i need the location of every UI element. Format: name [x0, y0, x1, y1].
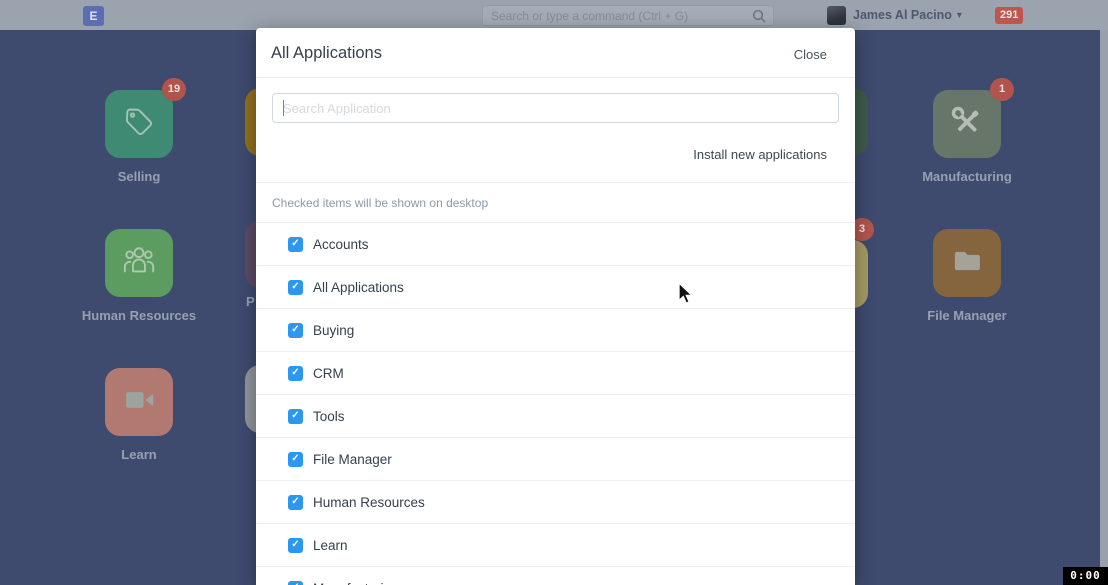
check-icon: ✓	[291, 411, 299, 421]
modal-header: All Applications Close	[256, 28, 855, 78]
app-list-item-label: Human Resources	[313, 495, 425, 510]
checkbox-checked[interactable]: ✓	[288, 495, 303, 510]
navbar: E James Al Pacino ▾ 291	[0, 0, 1108, 30]
notification-count-badge[interactable]: 291	[995, 7, 1023, 24]
desktop-icon-human-resources[interactable]	[105, 229, 173, 297]
unread-count-badge: 19	[162, 78, 186, 101]
app-list-item-label: All Applications	[313, 280, 404, 295]
install-row: Install new applications	[256, 123, 855, 183]
app-list-item[interactable]: ✓ Accounts	[256, 222, 855, 265]
folder-icon	[947, 241, 987, 286]
app-list-item[interactable]: ✓ All Applications	[256, 265, 855, 308]
checkbox-checked[interactable]: ✓	[288, 452, 303, 467]
app-list-item-label: CRM	[313, 366, 344, 381]
check-icon: ✓	[291, 239, 299, 249]
application-search-input[interactable]	[272, 93, 839, 123]
install-new-applications-link[interactable]: Install new applications	[693, 147, 827, 162]
app-list-item-label: Manufacturing	[313, 581, 399, 585]
app-list-item-label: Buying	[313, 323, 354, 338]
app-list-item[interactable]: ✓ Learn	[256, 523, 855, 566]
page-scrollbar[interactable]	[1100, 30, 1108, 585]
close-button[interactable]: Close	[794, 47, 827, 62]
desktop-icon-learn[interactable]	[105, 368, 173, 436]
app-list-item-label: Accounts	[313, 237, 369, 252]
application-checklist: ✓ Accounts ✓ All Applications ✓ Buying ✓ CRM ✓ To…	[256, 222, 855, 585]
check-icon: ✓	[291, 540, 299, 550]
app-list-item-label: Learn	[313, 538, 348, 553]
desktop-icon-label: Selling	[59, 169, 219, 184]
user-name: James Al Pacino	[853, 8, 952, 22]
desktop-icon-label: Human Resources	[59, 308, 219, 323]
app-logo[interactable]: E	[83, 6, 104, 26]
desktop-icon-selling[interactable]	[105, 90, 173, 158]
app-list-item[interactable]: ✓ Buying	[256, 308, 855, 351]
desktop-icon-label: Manufacturing	[887, 169, 1047, 184]
app-list-item[interactable]: ✓ Manufacturing	[256, 566, 855, 585]
app-screen: 19 Selling Human Resources Learn 1 Manufactur…	[0, 0, 1108, 585]
checkbox-checked[interactable]: ✓	[288, 409, 303, 424]
checkbox-checked[interactable]: ✓	[288, 237, 303, 252]
app-list-item[interactable]: ✓ File Manager	[256, 437, 855, 480]
checkbox-checked[interactable]: ✓	[288, 538, 303, 553]
desktop-hint-text: Checked items will be shown on desktop	[256, 183, 855, 222]
app-list-item-label: File Manager	[313, 452, 392, 467]
app-list-item[interactable]: ✓ Human Resources	[256, 480, 855, 523]
desktop-icon-label: File Manager	[887, 308, 1047, 323]
people-icon	[119, 241, 159, 286]
chevron-down-icon: ▾	[957, 10, 962, 21]
desktop-icon-file-manager[interactable]	[933, 229, 1001, 297]
avatar	[827, 6, 846, 25]
desktop-icon-label: Learn	[59, 447, 219, 462]
recording-timer: 0:00	[1063, 567, 1108, 585]
tools-icon	[947, 102, 987, 147]
check-icon: ✓	[291, 325, 299, 335]
checkbox-checked[interactable]: ✓	[288, 366, 303, 381]
checkbox-checked[interactable]: ✓	[288, 323, 303, 338]
all-applications-modal: All Applications Close Install new appli…	[256, 28, 855, 585]
app-list-item[interactable]: ✓ CRM	[256, 351, 855, 394]
checkbox-checked[interactable]: ✓	[288, 280, 303, 295]
video-camera-icon	[119, 380, 159, 425]
text-caret	[283, 100, 284, 116]
check-icon: ✓	[291, 282, 299, 292]
modal-title: All Applications	[271, 44, 382, 63]
desktop-icon-manufacturing[interactable]	[933, 90, 1001, 158]
global-search-input[interactable]	[483, 6, 773, 25]
tag-icon	[119, 102, 159, 147]
search-icon	[752, 9, 767, 24]
global-search	[482, 5, 774, 26]
checkbox-checked[interactable]: ✓	[288, 581, 303, 585]
check-icon: ✓	[291, 368, 299, 378]
check-icon: ✓	[291, 454, 299, 464]
unread-count-badge: 1	[990, 78, 1014, 101]
modal-search-section	[256, 78, 855, 123]
app-list-item[interactable]: ✓ Tools	[256, 394, 855, 437]
check-icon: ✓	[291, 497, 299, 507]
user-menu[interactable]: James Al Pacino ▾	[827, 0, 962, 30]
app-list-item-label: Tools	[313, 409, 345, 424]
